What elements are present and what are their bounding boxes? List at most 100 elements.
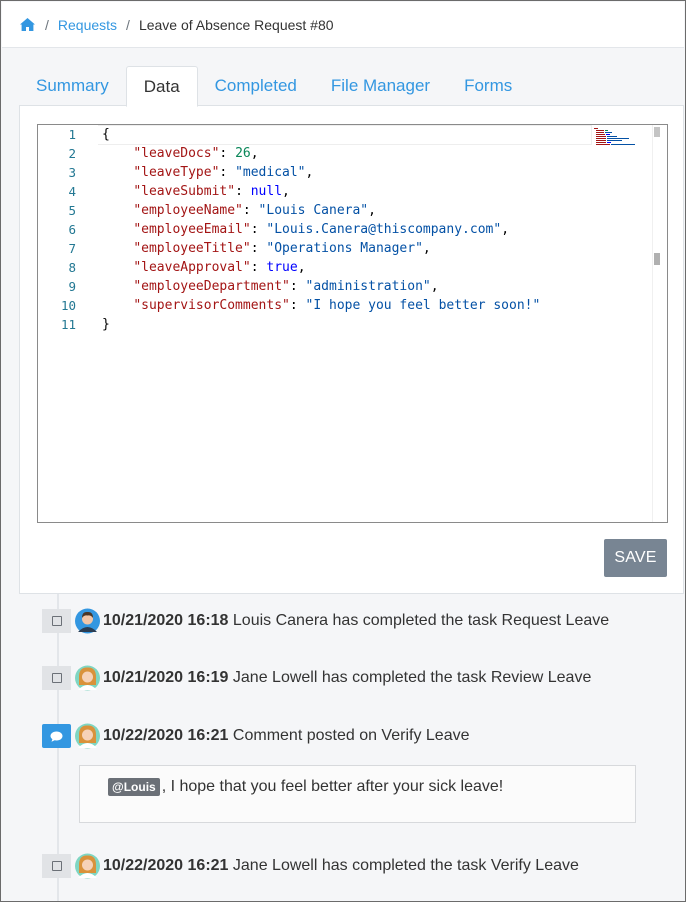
comment-icon: [42, 724, 71, 748]
breadcrumb-separator: /: [45, 16, 49, 33]
json-value: "Louis Canera": [258, 203, 369, 218]
code-text: "supervisorComments": "I hope you feel b…: [133, 298, 541, 313]
code-text: {: [102, 127, 110, 142]
line-number: 8: [68, 260, 76, 275]
json-key: "leaveApproval": [133, 260, 251, 275]
code-line: 3 "leaveType": "medical",: [38, 163, 667, 182]
female-avatar: [75, 723, 100, 749]
json-comma: ,: [250, 146, 259, 161]
json-comma: ,: [282, 184, 290, 199]
json-comma: ,: [422, 241, 431, 256]
breadcrumb-current: Leave of Absence Request #80: [138, 16, 334, 33]
json-value: true: [266, 260, 298, 275]
json-key: "employeeEmail": [133, 222, 251, 237]
timeline-entry-text: 10/22/2020 16:21 Jane Lowell has complet…: [103, 857, 579, 875]
json-value: "administration": [305, 279, 431, 294]
app-frame: / Requests / Leave of Absence Request #8…: [0, 0, 686, 902]
timeline-timestamp: 10/21/2020 16:19: [103, 669, 229, 686]
line-number: 9: [68, 279, 76, 294]
tab-forms[interactable]: Forms: [447, 65, 529, 106]
line-number: 1: [68, 127, 76, 142]
json-comma: ,: [368, 203, 376, 218]
timeline-item: 10/21/2020 16:19 Jane Lowell has complet…: [42, 664, 672, 694]
code-line: 4 "leaveSubmit": null,: [38, 182, 667, 201]
line-number: 11: [60, 317, 76, 332]
breadcrumb-requests-link[interactable]: Requests: [58, 17, 117, 33]
json-key: "leaveType": [133, 165, 220, 180]
code-line: 7 "employeeTitle": "Operations Manager",: [38, 239, 667, 258]
breadcrumb-separator: /: [126, 16, 130, 33]
timeline-timestamp: 10/21/2020 16:18: [103, 612, 229, 629]
line-number: 7: [68, 241, 76, 256]
male-avatar: [75, 608, 100, 634]
line-number: 6: [68, 222, 76, 237]
json-brace: }: [102, 317, 110, 332]
timeline-description: Louis Canera has completed the task Requ…: [232, 612, 610, 629]
json-key: "employeeDepartment": [133, 279, 290, 294]
line-number: 2: [68, 146, 76, 161]
comment-box: @Louis , I hope that you feel better aft…: [79, 765, 636, 823]
code-text: "employeeTitle": "Operations Manager",: [133, 241, 431, 256]
checkbox-icon: [42, 609, 71, 633]
line-number: 10: [60, 298, 76, 313]
female-avatar: [75, 853, 100, 879]
timeline-description: Jane Lowell has completed the task Verif…: [232, 857, 579, 874]
timeline-item: 10/22/2020 16:21 Comment posted on Verif…: [42, 722, 672, 752]
json-editor[interactable]: 1{2 "leaveDocs": 26, 3 "leaveType": "medi…: [37, 124, 668, 523]
code-text: }: [102, 317, 110, 332]
json-comma: ,: [297, 260, 306, 275]
code-line: 8 "leaveApproval": true,: [38, 258, 667, 277]
tab-summary[interactable]: Summary: [19, 65, 126, 106]
json-key: "employeeTitle": [133, 241, 251, 256]
json-comma: ,: [430, 279, 439, 294]
checkbox-icon: [42, 854, 71, 878]
json-value: "I hope you feel better soon!": [305, 298, 541, 313]
code-text: "employeeEmail": "Louis.Canera@thiscompa…: [133, 222, 510, 237]
timeline-item: 10/21/2020 16:18 Louis Canera has comple…: [42, 607, 672, 637]
json-comma: ,: [501, 222, 510, 237]
mention-tag[interactable]: @Louis: [108, 778, 160, 796]
code-text: "employeeDepartment": "administration",: [133, 279, 439, 294]
code-line: 1{: [38, 125, 667, 144]
home-icon[interactable]: [19, 17, 36, 32]
json-value: "Louis.Canera@thiscompany.com": [266, 222, 502, 237]
code-text: "leaveSubmit": null,: [133, 184, 290, 199]
json-key: "leaveSubmit": [133, 184, 236, 199]
checkbox-icon: [42, 666, 71, 690]
timeline-entry-text: 10/21/2020 16:18 Louis Canera has comple…: [103, 612, 609, 630]
tab-file-manager[interactable]: File Manager: [314, 65, 447, 106]
json-value: "medical": [235, 165, 306, 180]
save-button[interactable]: SAVE: [604, 539, 667, 577]
code-line: 11}: [38, 315, 667, 334]
code-text: "leaveDocs": 26,: [133, 146, 259, 161]
data-panel: 1{2 "leaveDocs": 26, 3 "leaveType": "medi…: [19, 105, 684, 594]
tab-data[interactable]: Data: [125, 66, 198, 107]
code-line: 5 "employeeName": "Louis Canera",: [38, 201, 667, 220]
code-line: 10 "supervisorComments": "I hope you fee…: [38, 296, 667, 315]
tab-completed[interactable]: Completed: [198, 65, 314, 106]
code-text: "employeeName": "Louis Canera",: [133, 203, 376, 218]
line-number: 4: [68, 184, 76, 199]
tab-bar: Summary Data Completed File Manager Form…: [19, 65, 667, 107]
timeline-timestamp: 10/22/2020 16:21: [103, 857, 229, 874]
comment-text: @Louis , I hope that you feel better aft…: [108, 778, 503, 796]
code-text: "leaveType": "medical",: [133, 165, 314, 180]
code-line: 6 "employeeEmail": "Louis.Canera@thiscom…: [38, 220, 667, 239]
json-key: "supervisorComments": [133, 298, 290, 313]
timeline-description: Comment posted on Verify Leave: [232, 727, 470, 744]
female-avatar: [75, 665, 100, 691]
json-brace: {: [102, 127, 110, 142]
timeline-entry-text: 10/22/2020 16:21 Comment posted on Verif…: [103, 727, 469, 745]
line-number: 5: [68, 203, 76, 218]
json-value: 26: [235, 146, 251, 161]
code-text: "leaveApproval": true,: [133, 260, 306, 275]
timeline-item: 10/22/2020 16:21 Jane Lowell has complet…: [42, 852, 672, 882]
breadcrumb: / Requests / Leave of Absence Request #8…: [2, 2, 684, 48]
line-number: 3: [68, 165, 76, 180]
comment-body: , I hope that you feel better after your…: [161, 778, 504, 795]
code-line: 2 "leaveDocs": 26,: [38, 144, 667, 163]
json-key: "employeeName": [133, 203, 243, 218]
json-value: null: [250, 184, 283, 199]
json-comma: ,: [305, 165, 314, 180]
timeline-timestamp: 10/22/2020 16:21: [103, 727, 229, 744]
